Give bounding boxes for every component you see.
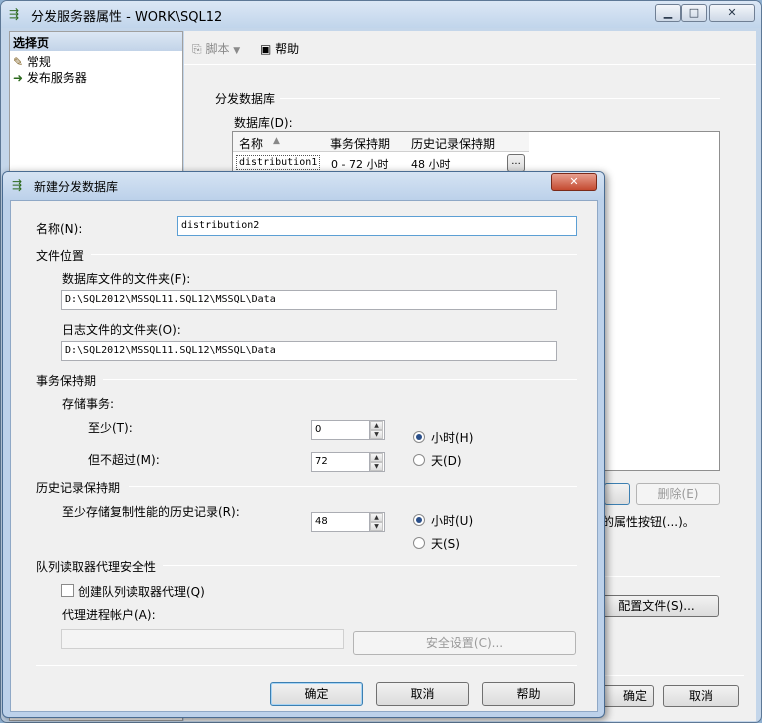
dialog-ok-button[interactable]: 确定 — [270, 682, 363, 706]
config-files-button[interactable]: 配置文件(S)... — [594, 595, 719, 617]
grid-col-tx[interactable]: 事务保持期 — [330, 135, 390, 152]
spin-down-icon[interactable]: ▼ — [370, 522, 383, 531]
page-publisher-label: 发布服务器 — [26, 71, 87, 85]
history-label: 至少存储复制性能的历史记录(R): — [62, 505, 240, 519]
parent-app-icon: ⇶ — [9, 7, 20, 21]
grid-cell-history: 48 小时 — [411, 158, 451, 171]
parent-maximize-button[interactable]: □ — [681, 4, 707, 22]
name-input[interactable]: distribution2 — [177, 216, 577, 236]
sort-asc-icon: ▲ — [273, 136, 280, 146]
page-general-label: 常规 — [26, 55, 51, 69]
at-least-label: 至少(T): — [88, 421, 133, 435]
spin-up-icon[interactable]: ▲ — [370, 421, 383, 430]
grid-header: 名称 ▲ 事务保持期 历史记录保持期 — [233, 132, 529, 152]
new-distribution-db-dialog: ⇶ 新建分发数据库 ✕ 名称(N): distribution2 文件位置 数据… — [2, 171, 605, 718]
script-icon: ⎘ — [192, 42, 202, 56]
name-label: 名称(N): — [36, 222, 83, 236]
log-folder-input[interactable]: D:\SQL2012\MSSQL11.SQL12\MSSQL\Data — [61, 341, 557, 361]
tx-hours-radio[interactable] — [413, 431, 425, 443]
tx-days-radio[interactable] — [413, 454, 425, 466]
tx-days-label[interactable]: 天(D) — [431, 452, 462, 469]
log-folder-label: 日志文件的文件夹(O): — [62, 323, 181, 337]
help-icon: ▣ — [260, 42, 272, 56]
page-item-general[interactable]: ✎ 常规 — [13, 53, 51, 70]
create-queue-label[interactable]: 创建队列读取器代理(Q) — [78, 583, 205, 600]
grid-row-ellipsis-button[interactable]: ... — [507, 154, 525, 172]
page-item-publisher[interactable]: ➜ 发布服务器 — [13, 69, 87, 86]
spin-up-icon[interactable]: ▲ — [370, 513, 383, 522]
history-group-label: 历史记录保持期 — [36, 481, 121, 495]
history-spinner[interactable]: ▲ ▼ — [369, 513, 383, 531]
grid-cell-tx: 0 - 72 小时 — [331, 158, 389, 171]
add-button-partial[interactable] — [604, 483, 630, 505]
hist-days-radio[interactable] — [413, 537, 425, 549]
chevron-down-icon: ▼ — [233, 46, 241, 56]
tx-hours-label[interactable]: 小时(H) — [431, 429, 473, 446]
dialog-help-button[interactable]: 帮助 — [482, 682, 575, 706]
spin-down-icon[interactable]: ▼ — [370, 462, 383, 471]
store-tx-label: 存储事务: — [62, 397, 115, 411]
dialog-close-button[interactable]: ✕ — [551, 173, 597, 191]
select-page-header: 选择页 — [10, 32, 182, 51]
help-button-toolbar[interactable]: ▣ 帮助 — [260, 40, 299, 57]
dialog-titlebar: ⇶ 新建分发数据库 ✕ — [3, 172, 604, 200]
db-folder-input[interactable]: D:\SQL2012\MSSQL11.SQL12\MSSQL\Data — [61, 290, 557, 310]
hist-hours-radio[interactable] — [413, 514, 425, 526]
dialog-title: 新建分发数据库 — [34, 180, 119, 194]
grid-col-name[interactable]: 名称 — [239, 135, 263, 152]
grid-cell-name: distribution1 — [236, 155, 321, 170]
at-least-input[interactable]: 0 ▲ ▼ — [311, 420, 385, 440]
dist-db-group-label: 分发数据库 — [215, 92, 276, 106]
queue-separator — [163, 565, 577, 566]
tx-retention-group-label: 事务保持期 — [36, 374, 97, 388]
file-location-separator — [91, 254, 577, 255]
hist-hours-label[interactable]: 小时(U) — [431, 512, 473, 529]
security-settings-button[interactable]: 安全设置(C)... — [353, 631, 576, 655]
history-input[interactable]: 48 ▲ ▼ — [311, 512, 385, 532]
spin-down-icon[interactable]: ▼ — [370, 430, 383, 439]
file-location-group-label: 文件位置 — [36, 249, 85, 263]
dist-db-separator — [280, 98, 720, 99]
parent-titlebar: ⇶ 分发服务器属性 - WORK\SQL12 ▁ □ ✕ — [1, 1, 761, 28]
spin-up-icon[interactable]: ▲ — [370, 453, 383, 462]
parent-cancel-button[interactable]: 取消 — [663, 685, 739, 707]
delete-button[interactable]: 删除(E) — [636, 483, 720, 505]
create-queue-checkbox[interactable] — [61, 584, 74, 597]
grid-col-history[interactable]: 历史记录保持期 — [411, 135, 495, 152]
dialog-app-icon: ⇶ — [12, 178, 23, 192]
not-more-label: 但不超过(M): — [88, 453, 160, 467]
tx-retention-separator — [103, 379, 577, 380]
not-more-input[interactable]: 72 ▲ ▼ — [311, 452, 385, 472]
parent-toolbar: ⎘ 脚本 ▼ ▣ 帮助 — [184, 31, 756, 65]
note-separator — [604, 576, 720, 577]
parent-minimize-button[interactable]: ▁ — [655, 4, 681, 22]
page-publisher-icon: ➜ — [13, 71, 24, 85]
dialog-body: 名称(N): distribution2 文件位置 数据库文件的文件夹(F): … — [10, 200, 598, 712]
at-least-spinner[interactable]: ▲ ▼ — [369, 421, 383, 439]
history-separator — [129, 486, 577, 487]
agent-account-label: 代理进程帐户(A): — [62, 608, 156, 622]
hist-days-label[interactable]: 天(S) — [431, 535, 460, 552]
not-more-spinner[interactable]: ▲ ▼ — [369, 453, 383, 471]
queue-group-label: 队列读取器代理安全性 — [36, 560, 157, 574]
db-folder-label: 数据库文件的文件夹(F): — [62, 272, 191, 286]
script-button[interactable]: ⎘ 脚本 ▼ — [192, 40, 240, 57]
databases-label: 数据库(D): — [234, 116, 293, 130]
dialog-cancel-button[interactable]: 取消 — [376, 682, 469, 706]
note-text: 的属性按钮(...)。 — [602, 515, 695, 529]
parent-title: 分发服务器属性 - WORK\SQL12 — [31, 10, 223, 25]
dialog-bottom-separator — [36, 665, 577, 666]
page-general-icon: ✎ — [13, 55, 24, 69]
parent-bottom-separator — [604, 675, 744, 676]
agent-account-input[interactable] — [61, 629, 344, 649]
parent-close-button[interactable]: ✕ — [709, 4, 755, 22]
